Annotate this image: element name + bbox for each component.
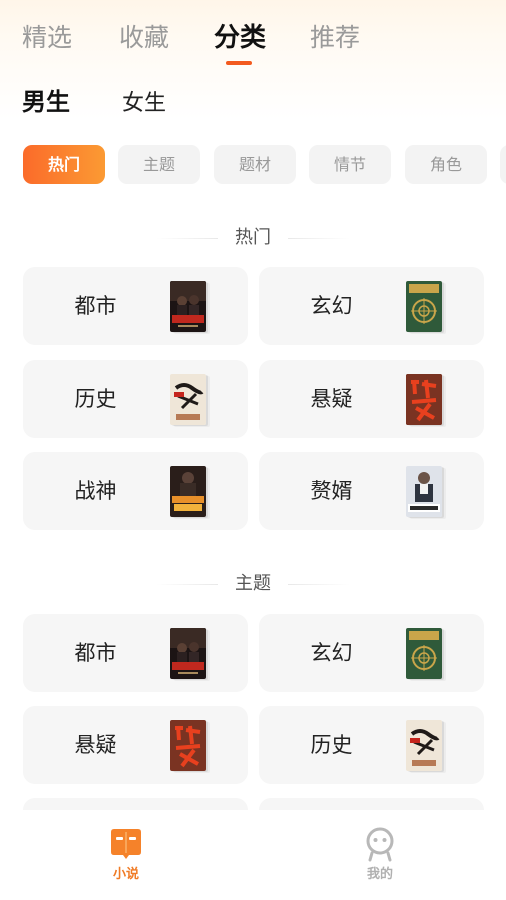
nav-item-mine[interactable]: 我的 bbox=[335, 826, 425, 884]
category-label: 都市 bbox=[74, 294, 117, 318]
tab-shoucang[interactable]: 收藏 bbox=[119, 20, 169, 56]
active-tab-indicator bbox=[226, 61, 252, 65]
book-cover-beige-calligraphy-icon bbox=[170, 374, 206, 425]
category-label: 都市 bbox=[74, 641, 117, 665]
nav-item-novel[interactable]: 小说 bbox=[81, 826, 171, 884]
book-icon bbox=[111, 829, 141, 859]
book-cover-light-figure-icon bbox=[406, 466, 442, 517]
category-card-lishi[interactable]: 历史 bbox=[23, 360, 248, 438]
chip-juese[interactable]: 角色 bbox=[405, 145, 487, 184]
category-label: 悬疑 bbox=[74, 733, 117, 757]
book-cover-beige-calligraphy-icon bbox=[406, 720, 442, 771]
category-card-xuanyi[interactable]: 悬疑 bbox=[259, 360, 484, 438]
book-cover-dark-figure-icon bbox=[170, 466, 206, 517]
book-cover-red-calligraphy-icon bbox=[170, 720, 206, 771]
filter-chip-row: 热门 主题 题材 情节 角色 bbox=[0, 145, 506, 185]
book-cover-dark-red-icon bbox=[170, 281, 206, 332]
chip-qingjie[interactable]: 情节 bbox=[309, 145, 391, 184]
chip-remen[interactable]: 热门 bbox=[23, 145, 105, 184]
category-card-dushi[interactable]: 都市 bbox=[23, 614, 248, 692]
top-tab-bar: 精选 收藏 分类 推荐 bbox=[0, 0, 506, 70]
section-divider-right bbox=[288, 238, 350, 239]
category-label: 悬疑 bbox=[310, 387, 353, 411]
section-title-remen: 热门 bbox=[235, 227, 271, 248]
category-card-dushi[interactable]: 都市 bbox=[23, 267, 248, 345]
gender-tab-female[interactable]: 女生 bbox=[122, 88, 166, 120]
tab-jingxuan[interactable]: 精选 bbox=[22, 20, 72, 56]
gender-tab-male[interactable]: 男生 bbox=[22, 86, 70, 118]
category-label: 玄幻 bbox=[310, 294, 353, 318]
nav-label-novel: 小说 bbox=[112, 867, 139, 882]
chip-overflow[interactable] bbox=[500, 145, 506, 184]
category-card-zhanshen[interactable]: 战神 bbox=[23, 452, 248, 530]
chip-ticai[interactable]: 题材 bbox=[214, 145, 296, 184]
category-card-xuanhuan[interactable]: 玄幻 bbox=[259, 267, 484, 345]
bottom-nav-bar: 小说 我的 bbox=[0, 810, 506, 900]
category-card-xuanhuan[interactable]: 玄幻 bbox=[259, 614, 484, 692]
category-card-lishi[interactable]: 历史 bbox=[259, 706, 484, 784]
category-label: 历史 bbox=[310, 733, 353, 757]
section-divider-right bbox=[288, 584, 350, 585]
book-cover-green-compass-icon bbox=[406, 628, 442, 679]
book-cover-dark-red-icon bbox=[170, 628, 206, 679]
profile-icon bbox=[366, 827, 394, 862]
category-label: 赘婿 bbox=[310, 479, 353, 503]
category-card-xuanyi[interactable]: 悬疑 bbox=[23, 706, 248, 784]
tab-fenlei[interactable]: 分类 bbox=[214, 20, 266, 56]
tab-tuijian[interactable]: 推荐 bbox=[310, 20, 360, 56]
category-label: 历史 bbox=[74, 387, 117, 411]
category-card-zhuixu[interactable]: 赘婿 bbox=[259, 452, 484, 530]
category-label: 玄幻 bbox=[310, 641, 353, 665]
category-label: 战神 bbox=[74, 479, 117, 503]
section-title-zhuti: 主题 bbox=[235, 573, 271, 594]
book-cover-green-compass-icon bbox=[406, 281, 442, 332]
book-cover-red-calligraphy-icon bbox=[406, 374, 442, 425]
chip-zhuti[interactable]: 主题 bbox=[118, 145, 200, 184]
nav-label-mine: 我的 bbox=[366, 867, 393, 882]
